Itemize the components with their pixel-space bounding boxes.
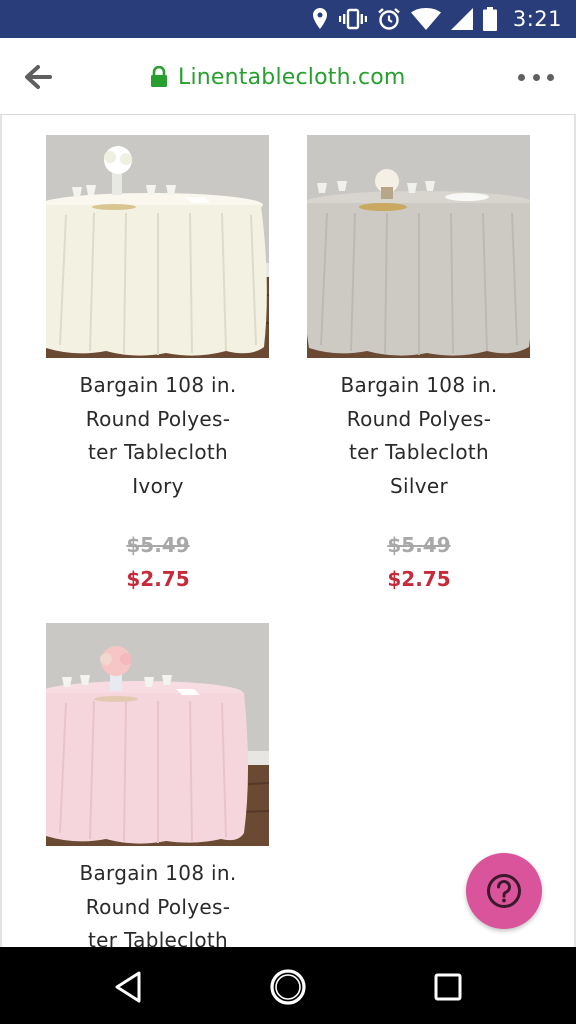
menu-dot (547, 73, 554, 81)
tablecloth-photo (46, 623, 269, 846)
product-name-line: Round Polyes- (85, 894, 231, 919)
product-image[interactable] (307, 135, 530, 358)
product-name-line: Ivory (132, 473, 184, 498)
product-name-line: Bargain 108 in. (79, 373, 237, 397)
menu-dot (532, 73, 540, 81)
lock-icon (151, 66, 167, 87)
home-nav-button[interactable] (266, 965, 310, 1009)
product-name[interactable]: Bargain 108 in. Round Polyes- ter Tablec… (31, 369, 285, 503)
product-image[interactable] (46, 623, 269, 846)
status-time: 3:21 (512, 7, 562, 31)
product-name[interactable]: Bargain 108 in. Round Polyes- ter Tablec… (292, 369, 546, 503)
product-grid: Bargain 108 in. Round Polyes- ter Tablec… (0, 115, 576, 947)
battery-icon (482, 7, 497, 31)
url-text: Linentablecloth.com (178, 64, 406, 90)
tablecloth-photo (46, 135, 269, 358)
back-button[interactable] (22, 61, 54, 93)
signal-icon (450, 8, 473, 30)
product-card[interactable]: Bargain 108 in. Round Polyes- ter Tablec… (31, 623, 293, 947)
address-bar[interactable]: Linentablecloth.com (150, 62, 406, 92)
wifi-icon (410, 8, 441, 30)
product-card[interactable]: Bargain 108 in. Round Polyes- ter Tablec… (292, 135, 554, 605)
status-icons: 3:21 (311, 6, 562, 32)
more-options-icon[interactable] (518, 64, 554, 90)
help-button[interactable] (466, 853, 542, 929)
tablecloth-photo (307, 135, 530, 358)
question-icon (487, 874, 521, 908)
product-name-line: ter Tablecloth (349, 440, 489, 464)
product-name-line: Bargain 108 in. (340, 373, 498, 397)
vibrate-icon (338, 8, 367, 30)
recents-nav-button[interactable] (426, 965, 470, 1009)
product-name-line: Silver (390, 473, 448, 498)
recents-square-icon (434, 973, 462, 1001)
tablecloth (46, 205, 267, 356)
product-name[interactable]: Bargain 108 in. Round Polyes- ter Tablec… (31, 857, 285, 947)
sale-price: $2.75 (126, 567, 190, 591)
divider (0, 115, 2, 947)
product-image[interactable] (46, 135, 269, 358)
product-card[interactable]: Bargain 108 in. Round Polyes- ter Tablec… (31, 135, 293, 605)
product-name-line: ter Tablecloth (88, 440, 228, 464)
location-icon (312, 8, 327, 29)
sale-price: $2.75 (387, 567, 451, 591)
product-name-line: Round Polyes- (346, 406, 492, 431)
back-arrow-icon (25, 65, 52, 89)
back-triangle-icon (115, 971, 141, 1003)
tablecloth (46, 693, 248, 844)
browser-toolbar: Linentablecloth.com (0, 38, 576, 115)
product-name-line: Bargain 108 in. (79, 861, 237, 885)
original-price: $5.49 (387, 533, 451, 557)
alarm-icon (378, 8, 400, 30)
status-bar: 3:21 (0, 0, 576, 38)
home-circle-icon (270, 969, 306, 1005)
original-price: $5.49 (126, 533, 190, 557)
product-name-line: ter Tablecloth (88, 928, 228, 947)
product-name-line: Round Polyes- (85, 406, 231, 431)
back-nav-button[interactable] (106, 965, 150, 1009)
menu-dot (518, 73, 525, 81)
navigation-bar (0, 947, 576, 1024)
